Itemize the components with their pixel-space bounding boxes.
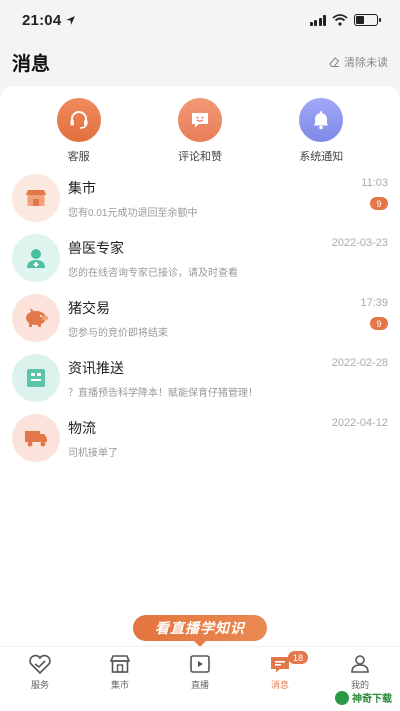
eraser-icon <box>329 57 340 67</box>
status-icons <box>309 14 381 26</box>
message-title: 资讯推送 <box>68 359 124 376</box>
truck-icon <box>12 414 60 462</box>
shop-icon <box>12 174 60 222</box>
tab-label: 消息 <box>270 680 289 690</box>
tab-label: 集市 <box>110 680 129 690</box>
comment-smile-icon <box>177 98 222 142</box>
tab-live[interactable]: 直播 <box>170 653 230 711</box>
tab-label: 直播 <box>190 680 209 690</box>
quick-action-label: 客服 <box>67 151 90 163</box>
watermark-text: 神奇下载 <box>352 694 392 705</box>
clear-unread-label: 清除未读 <box>344 57 388 69</box>
content-card: 客服 评论和赞 系统通知 集市 您有0.01元成功退回至余额中 11:03 9 … <box>0 86 400 646</box>
quick-action-comments-likes[interactable]: 评论和赞 <box>155 98 245 168</box>
wifi-icon <box>332 14 348 26</box>
clear-unread-button[interactable]: 清除未读 <box>328 54 388 70</box>
watermark-logo-icon <box>335 690 349 705</box>
quick-action-label: 系统通知 <box>299 151 344 163</box>
quick-action-label: 评论和赞 <box>177 151 222 163</box>
message-time: 17:39 <box>360 297 388 309</box>
message-preview: 您的在线咨询专家已接诊，请及时查看 <box>68 267 238 279</box>
message-time: 2022-03-23 <box>331 237 388 249</box>
live-promo-banner[interactable]: 看直播学知识 <box>133 615 267 647</box>
message-title: 兽医专家 <box>68 239 124 256</box>
pig-icon <box>12 294 60 342</box>
tab-market[interactable]: 集市 <box>90 653 150 711</box>
status-bar: 21:04 <box>0 0 400 40</box>
news-icon <box>12 354 60 402</box>
quick-action-customer-service[interactable]: 客服 <box>34 98 124 168</box>
page-title: 消息 <box>12 53 51 75</box>
message-title: 物流 <box>68 419 96 436</box>
list-item[interactable]: 猪交易 您参与的竞价即将结束 17:39 9 <box>12 288 388 348</box>
message-title: 集市 <box>68 179 96 196</box>
service-icon <box>29 654 51 675</box>
tab-service[interactable]: 服务 <box>10 653 70 711</box>
message-time: 2022-02-28 <box>331 357 388 369</box>
message-preview: 您有0.01元成功退回至余额中 <box>68 207 198 219</box>
message-preview: 您参与的竞价即将结束 <box>68 327 168 339</box>
message-time: 11:03 <box>361 177 388 189</box>
message-preview: ？直播预告科学降本！赋能保育仔猪管理！ <box>68 387 258 399</box>
message-list: 集市 您有0.01元成功退回至余额中 11:03 9 兽医专家 您的在线咨询专家… <box>0 168 400 468</box>
quick-action-system-notice[interactable]: 系统通知 <box>276 98 366 168</box>
unread-badge: 9 <box>370 197 388 210</box>
list-item[interactable]: 物流 司机接单了 2022-04-12 <box>12 408 388 468</box>
bell-icon <box>299 98 344 142</box>
quick-actions: 客服 评论和赞 系统通知 <box>0 86 400 168</box>
list-item[interactable]: 资讯推送 ？直播预告科学降本！赋能保育仔猪管理！ 2022-02-28 <box>12 348 388 408</box>
live-icon <box>190 655 210 673</box>
message-time: 2022-04-12 <box>331 417 388 429</box>
tab-unread-badge: 18 <box>288 651 308 664</box>
battery-icon <box>354 14 381 26</box>
profile-icon <box>351 655 369 673</box>
market-icon <box>109 655 131 673</box>
location-arrow-icon <box>66 15 76 25</box>
doctor-icon <box>12 234 60 282</box>
tab-label: 服务 <box>30 680 49 690</box>
status-time: 21:04 <box>22 12 76 29</box>
signal-icon <box>309 14 326 26</box>
message-preview: 司机接单了 <box>68 447 118 459</box>
list-item[interactable]: 兽医专家 您的在线咨询专家已接诊，请及时查看 2022-03-23 <box>12 228 388 288</box>
unread-badge: 9 <box>370 317 388 330</box>
tab-messages[interactable]: 18 消息 <box>250 651 310 711</box>
list-item[interactable]: 集市 您有0.01元成功退回至余额中 11:03 9 <box>12 168 388 228</box>
header: 消息 清除未读 <box>0 44 400 80</box>
clock-text: 21:04 <box>22 11 62 29</box>
headset-icon <box>56 98 101 142</box>
watermark: 神奇下载 <box>335 690 392 705</box>
message-title: 猪交易 <box>68 299 110 316</box>
